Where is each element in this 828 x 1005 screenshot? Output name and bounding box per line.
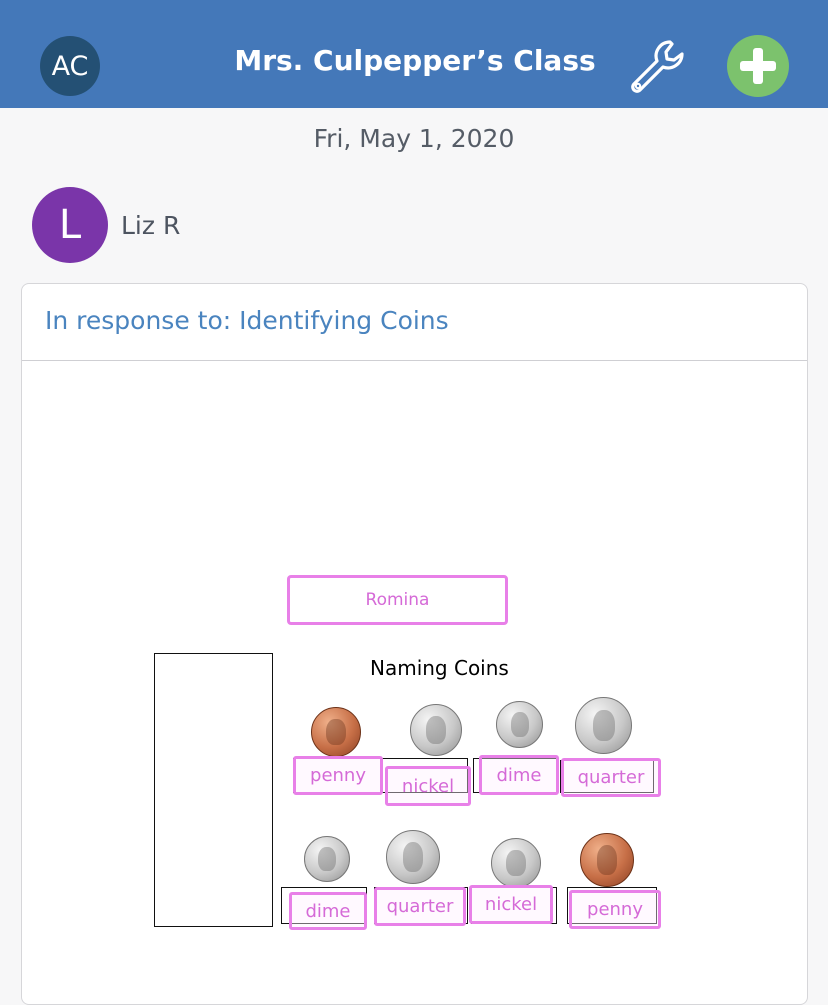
class-title: Mrs. Culpepper’s Class — [234, 44, 596, 77]
author-name: Liz R — [121, 211, 181, 240]
user-avatar[interactable]: AC — [40, 36, 100, 96]
top-bar: AC Mrs. Culpepper’s Class — [0, 0, 828, 108]
response-card: In response to: Identifying Coins — [21, 283, 808, 1005]
author-avatar[interactable]: L — [32, 187, 108, 263]
post-date: Fri, May 1, 2020 — [313, 124, 515, 153]
add-button[interactable] — [727, 35, 789, 97]
plus-icon — [740, 48, 776, 84]
card-header: In response to: Identifying Coins — [22, 284, 807, 361]
wrench-icon[interactable] — [626, 34, 690, 98]
response-title[interactable]: In response to: Identifying Coins — [45, 306, 449, 335]
